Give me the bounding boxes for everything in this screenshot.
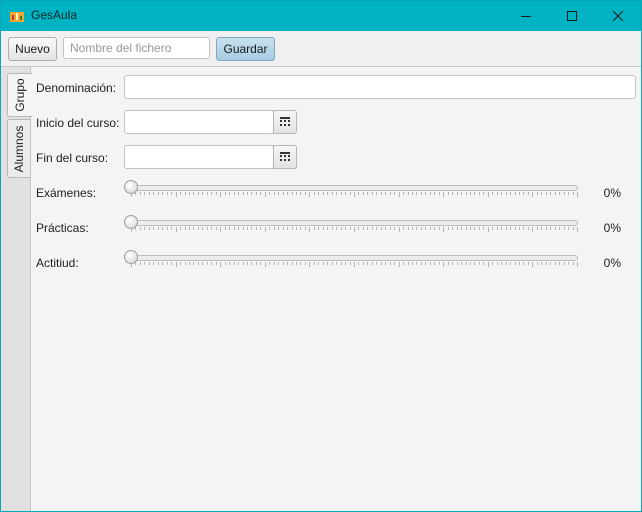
maximize-button[interactable] bbox=[549, 1, 595, 31]
slider-ticks bbox=[131, 262, 578, 267]
app-chart-icon bbox=[10, 9, 24, 23]
practicas-label: Prácticas: bbox=[36, 221, 89, 235]
tab-alumnos-label: Alumnos bbox=[12, 125, 26, 172]
fin-curso-field[interactable] bbox=[124, 145, 274, 169]
slider-ticks bbox=[131, 192, 578, 197]
fin-calendar-button[interactable] bbox=[273, 145, 297, 169]
window-title: GesAula bbox=[31, 8, 78, 22]
slider-thumb[interactable] bbox=[124, 180, 138, 194]
inicio-curso-label: Inicio del curso: bbox=[36, 116, 120, 130]
close-button[interactable] bbox=[595, 1, 641, 31]
title-bar[interactable]: GesAula bbox=[1, 1, 641, 31]
examenes-slider[interactable] bbox=[124, 180, 580, 200]
tab-grupo-label: Grupo bbox=[13, 78, 27, 112]
slider-thumb[interactable] bbox=[124, 250, 138, 264]
slider-track bbox=[131, 220, 578, 226]
actitud-label: Actitiud: bbox=[36, 256, 79, 270]
fin-curso-label: Fin del curso: bbox=[36, 151, 109, 165]
inicio-curso-field[interactable] bbox=[124, 110, 274, 134]
practicas-slider[interactable] bbox=[124, 215, 580, 235]
actitud-slider[interactable] bbox=[124, 250, 580, 270]
examenes-label: Exámenes: bbox=[36, 186, 97, 200]
slider-track bbox=[131, 255, 578, 261]
tab-alumnos[interactable]: Alumnos bbox=[7, 119, 30, 178]
slider-ticks bbox=[131, 227, 578, 232]
tab-grupo[interactable]: Grupo bbox=[7, 73, 32, 117]
slider-thumb[interactable] bbox=[124, 215, 138, 229]
side-tab-bar: Grupo Alumnos bbox=[1, 67, 32, 511]
examenes-percent: 0% bbox=[603, 186, 621, 200]
calendar-icon bbox=[280, 150, 290, 164]
close-icon bbox=[613, 11, 623, 21]
app-window: GesAula Nuevo Guardar Grupo Alumnos Deno… bbox=[0, 0, 642, 512]
denominacion-field[interactable] bbox=[124, 75, 636, 99]
new-button[interactable]: Nuevo bbox=[8, 37, 57, 61]
inicio-calendar-button[interactable] bbox=[273, 110, 297, 134]
filename-input[interactable] bbox=[63, 37, 210, 59]
minimize-icon bbox=[521, 11, 531, 21]
save-button[interactable]: Guardar bbox=[216, 37, 275, 61]
toolbar: Nuevo Guardar bbox=[1, 31, 641, 67]
denominacion-label: Denominación: bbox=[36, 81, 117, 95]
minimize-button[interactable] bbox=[503, 1, 549, 31]
practicas-percent: 0% bbox=[603, 221, 621, 235]
calendar-icon bbox=[280, 115, 290, 129]
slider-track bbox=[131, 185, 578, 191]
actitud-percent: 0% bbox=[603, 256, 621, 270]
maximize-icon bbox=[567, 11, 577, 21]
